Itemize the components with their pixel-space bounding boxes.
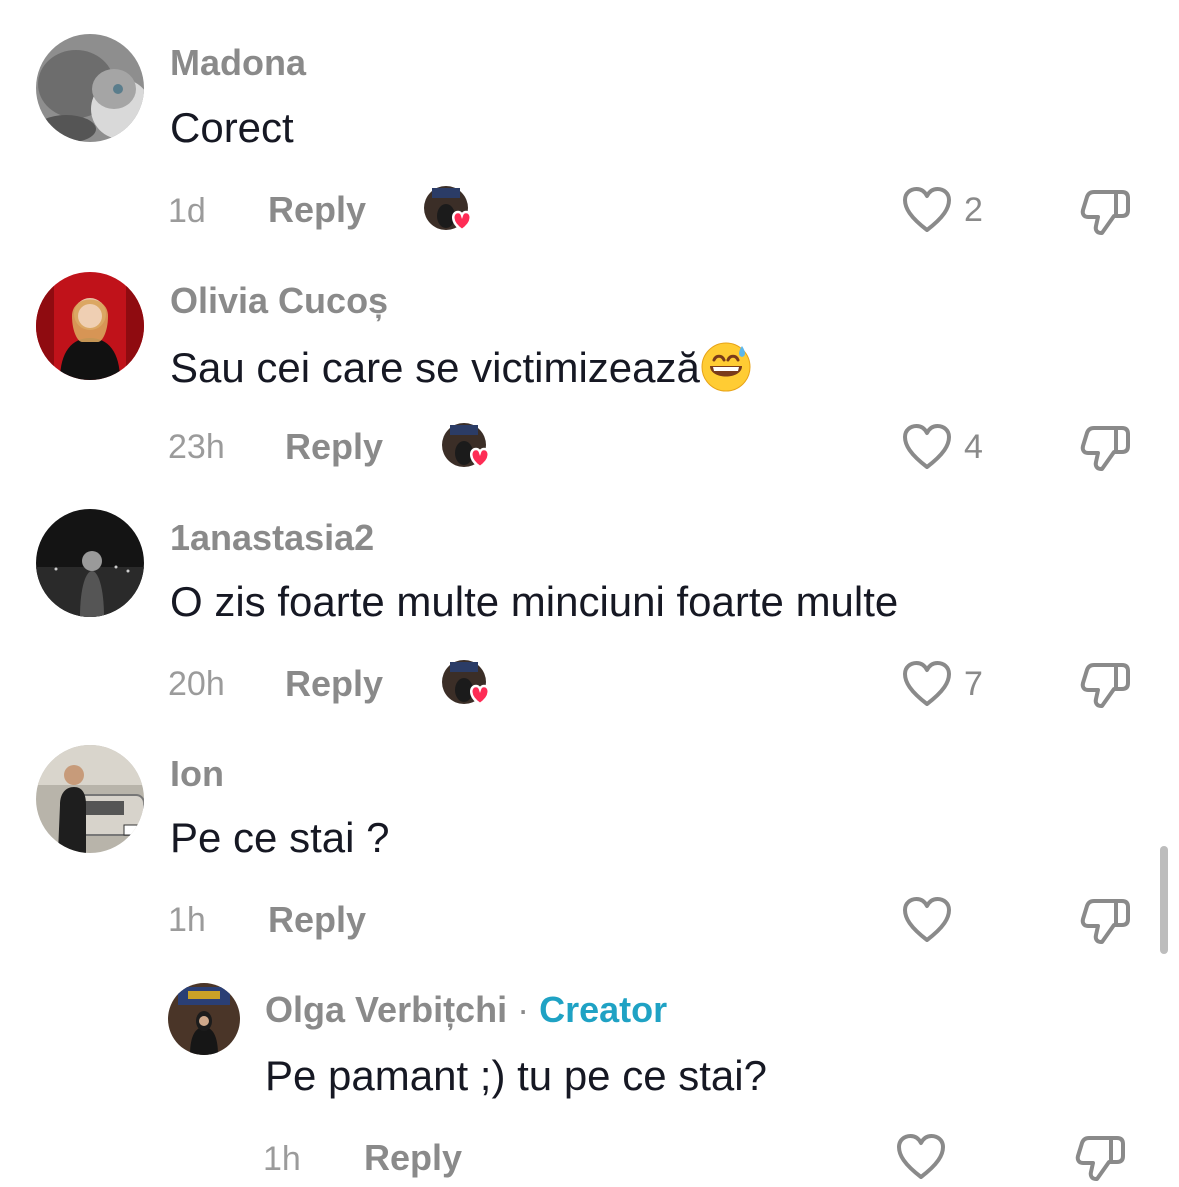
creator-liked-badge-icon [442, 423, 490, 469]
reply-time: 1h [263, 1140, 301, 1178]
user-avatar[interactable] [36, 745, 144, 853]
creator-liked-badge-icon [424, 186, 472, 232]
comment-username[interactable]: 1anastasia2 [170, 517, 374, 559]
dislike-button[interactable] [1080, 424, 1132, 477]
reply-button[interactable]: Reply [285, 663, 383, 705]
reply-username: Olga Verbițchi · Creator [265, 989, 667, 1031]
reply-text: Pe pamant ;) tu pe ce stai? [265, 1052, 767, 1099]
user-avatar[interactable] [36, 509, 144, 617]
comment-time: 23h [168, 428, 225, 466]
reply-button[interactable]: Reply [285, 426, 383, 468]
comment-username[interactable]: Olivia Cucoș [170, 280, 388, 322]
heart-outline-icon [903, 897, 951, 942]
grinning-sweat-emoji [701, 342, 751, 392]
scrollbar[interactable] [1160, 846, 1168, 954]
like-count: 2 [964, 190, 983, 229]
like-button[interactable] [902, 896, 964, 944]
comment-text: Corect [170, 104, 294, 151]
reply-button[interactable]: Reply [268, 189, 366, 231]
like-button[interactable]: 7 [902, 660, 983, 708]
comment-text: Pe ce stai ? [170, 814, 390, 861]
comment-time: 1d [168, 192, 206, 230]
dislike-button[interactable] [1075, 1134, 1127, 1187]
creator-avatar[interactable] [168, 983, 240, 1055]
heart-outline-icon [903, 424, 951, 469]
heart-outline-icon [903, 661, 951, 706]
thumbs-down-outline-icon [1080, 190, 1130, 235]
thumbs-down-outline-icon [1080, 663, 1130, 708]
reply-button[interactable]: Reply [268, 899, 366, 941]
like-button[interactable]: 4 [902, 423, 983, 471]
user-avatar[interactable] [36, 272, 144, 380]
creator-separator: · [517, 989, 530, 1030]
like-button[interactable] [896, 1133, 958, 1181]
comment-time: 20h [168, 665, 225, 703]
comment-text: O zis foarte multe minciuni foarte multe [170, 578, 899, 625]
like-count: 4 [964, 427, 983, 466]
thumbs-down-outline-icon [1075, 1136, 1125, 1181]
dislike-button[interactable] [1080, 661, 1132, 714]
creator-badge: Creator [539, 989, 668, 1030]
thumbs-down-outline-icon [1080, 426, 1130, 471]
user-avatar[interactable] [36, 34, 144, 142]
like-count: 7 [964, 664, 983, 703]
creator-liked-badge-icon [442, 660, 490, 706]
reply-button[interactable]: Reply [364, 1137, 462, 1179]
comment-username[interactable]: Ion [170, 753, 224, 795]
comment-text-content: Sau cei care se victimizează [170, 344, 700, 391]
comment-time: 1h [168, 901, 206, 939]
comment-text: Sau cei care se victimizează [170, 340, 752, 392]
heart-outline-icon [897, 1134, 945, 1179]
comment-username[interactable]: Madona [170, 42, 306, 84]
dislike-button[interactable] [1080, 897, 1132, 950]
dislike-button[interactable] [1080, 188, 1132, 241]
thumbs-down-outline-icon [1080, 899, 1130, 944]
like-button[interactable]: 2 [902, 186, 983, 234]
creator-username[interactable]: Olga Verbițchi [265, 989, 507, 1030]
heart-outline-icon [903, 187, 951, 232]
